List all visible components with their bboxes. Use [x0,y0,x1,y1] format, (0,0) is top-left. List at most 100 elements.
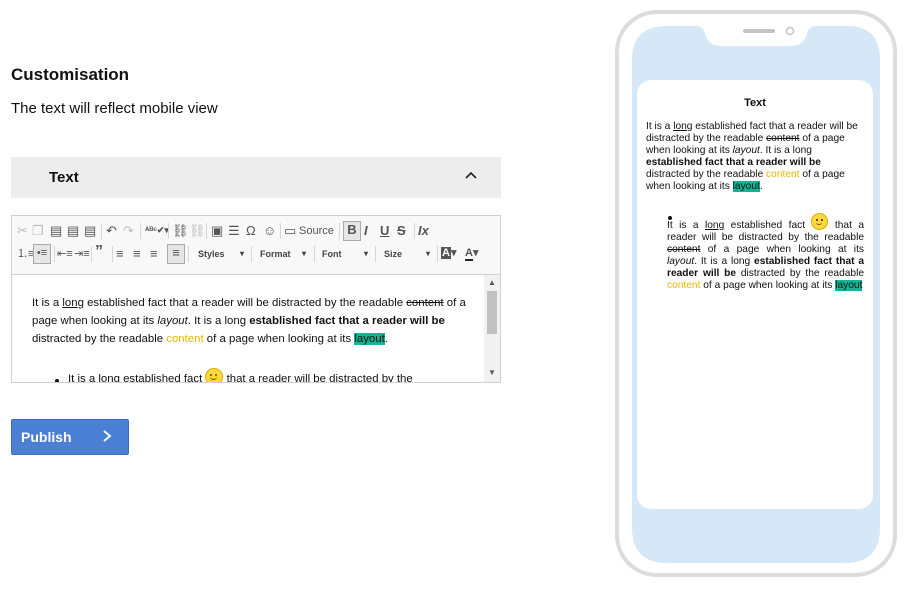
yellow-text: content [166,333,204,345]
bulleted-list-icon[interactable]: •≡ [33,244,51,264]
align-left-icon[interactable]: ≡ [116,246,124,262]
outdent-icon[interactable]: ⇤≡ [57,246,73,262]
scrollbar-thumb[interactable] [487,291,497,334]
text-run: It is a long established fact [68,373,206,382]
text-run: distracted by the readable [646,169,767,180]
italic-text: layout [157,315,188,327]
source-icon[interactable]: ▭ [284,223,296,239]
align-right-icon[interactable]: ≡ [150,246,158,262]
italic-text: layout [667,256,695,267]
highlighted-text: layout [354,333,385,345]
paste-icon[interactable]: ▤ [50,223,62,239]
size-label: Size [384,249,403,259]
special-char-icon[interactable]: Ω [246,223,256,239]
justify-icon[interactable]: ≡ [167,244,185,264]
highlighted-text: layout [732,181,760,192]
text-run: . It is a long [759,145,812,156]
bullet-dot [55,379,59,382]
editor-bullet-item: It is a long established fact that a rea… [68,368,484,382]
source-label[interactable]: Source [299,223,334,239]
text-run: of a page when looking at its [700,244,864,255]
mobile-preview-title: Text [744,97,766,109]
text-run: of a page when looking at its [700,280,836,291]
text-run: It is a [32,297,63,309]
paste-text-icon[interactable]: ▤ [67,223,79,239]
styles-dropdown[interactable]: Styles ▾ [198,249,244,259]
text-run: . [384,333,388,345]
redo-icon[interactable]: ↷ [123,223,134,239]
text-run: It is a [667,220,705,231]
bold-text: established fact that a reader will be [249,315,445,327]
paste-word-icon[interactable]: ▤ [84,223,96,239]
bold-icon[interactable]: B [343,221,361,241]
unlink-icon[interactable]: ⛓ [189,223,206,239]
spellcheck-icon[interactable]: ᴬᴮᶜ✔▾ [145,222,169,238]
text-run: . It is a long [187,315,250,327]
strikethrough-text: content [766,133,800,144]
link-icon[interactable]: ⛓ [172,223,189,239]
format-label: Format [260,249,291,259]
mobile-preview: Text It is a long established fact that … [637,80,873,509]
dropdown-arrow-icon: ▾ [239,249,244,258]
remove-format-icon[interactable]: Ix [418,223,429,239]
text-run: distracted by the readable [32,333,167,345]
image-icon[interactable]: ▣ [211,223,223,239]
page-title: Customisation [11,65,130,84]
copy-icon[interactable]: ❐ [32,223,44,239]
cut-icon[interactable]: ✂ [17,223,28,239]
italic-text: layout [732,145,760,156]
editor-toolbar: ✂ ❐ ▤ ▤ ▤ ↶ ↷ ᴬᴮᶜ✔▾ ⛓ ⛓ ▣ ☰ Ω ☺ ▭ Source… [12,216,500,275]
text-run: established fact [724,220,812,231]
styles-label: Styles [198,249,225,259]
underline-icon[interactable]: U [380,223,389,239]
bg-color-icon[interactable]: A▾ [441,245,456,261]
horizontal-line-icon[interactable]: ☰ [228,223,240,239]
text-color-icon[interactable]: A▾ [465,245,478,261]
editor-content[interactable]: It is a long established fact that a rea… [12,275,484,382]
underlined-text: long [673,121,693,132]
text-run: . It is a long [694,256,755,267]
text-run: of a page when looking at its [203,333,355,345]
indent-icon[interactable]: ⇥≡ [74,246,90,262]
smiley-icon[interactable]: ☺ [263,223,276,239]
strike-icon[interactable]: S [397,223,406,239]
font-dropdown[interactable]: Font ▾ [322,249,368,259]
format-dropdown[interactable]: Format ▾ [260,249,306,259]
align-center-icon[interactable]: ≡ [133,246,141,262]
font-label: Font [322,249,342,259]
mobile-paragraph: It is a long established fact that a rea… [646,121,862,193]
scroll-up-icon[interactable]: ▲ [488,278,496,287]
undo-icon[interactable]: ↶ [106,223,117,239]
publish-button[interactable]: Publish [11,419,129,455]
dropdown-arrow-icon: ▾ [363,249,368,258]
underlined-text: long [704,220,725,231]
bold-text: established fact that a reader will be [646,157,821,168]
rich-text-editor[interactable]: ✂ ❐ ▤ ▤ ▤ ↶ ↷ ᴬᴮᶜ✔▾ ⛓ ⛓ ▣ ☰ Ω ☺ ▭ Source… [11,215,501,383]
dropdown-arrow-icon: ▾ [425,249,430,258]
chevron-up-icon[interactable] [464,169,478,183]
text-run: established fact that a reader will be d… [83,297,407,309]
strikethrough-text: content [406,297,444,309]
size-dropdown[interactable]: Size ▾ [384,249,430,259]
scroll-down-icon[interactable]: ▼ [488,368,496,377]
chevron-right-icon [103,430,112,442]
page-subtitle: The text will reflect mobile view [11,100,218,117]
yellow-text: content [667,280,701,291]
editor-scrollbar[interactable]: ▲ ▼ [484,275,500,382]
accordion-label: Text [49,169,79,186]
smiley-emoji-icon [811,213,829,230]
numbered-list-icon[interactable]: ⒈≡ [17,246,34,262]
mobile-bullet-item: It is a long established fact that a rea… [667,213,864,292]
text-accordion-header[interactable]: Text [11,157,501,198]
text-run: distracted by the readable [736,268,864,279]
text-run: that a reader will be distracted by the [223,373,413,382]
text-run: . [759,181,763,192]
strikethrough-text: content [667,244,701,255]
highlighted-text: layout [835,280,863,291]
italic-icon[interactable]: I [364,223,368,239]
text-run: It is a [646,121,674,132]
smiley-emoji-icon [205,368,224,382]
yellow-text: content [766,169,800,180]
blockquote-icon[interactable]: ” [95,244,103,260]
dropdown-arrow-icon: ▾ [301,249,306,258]
